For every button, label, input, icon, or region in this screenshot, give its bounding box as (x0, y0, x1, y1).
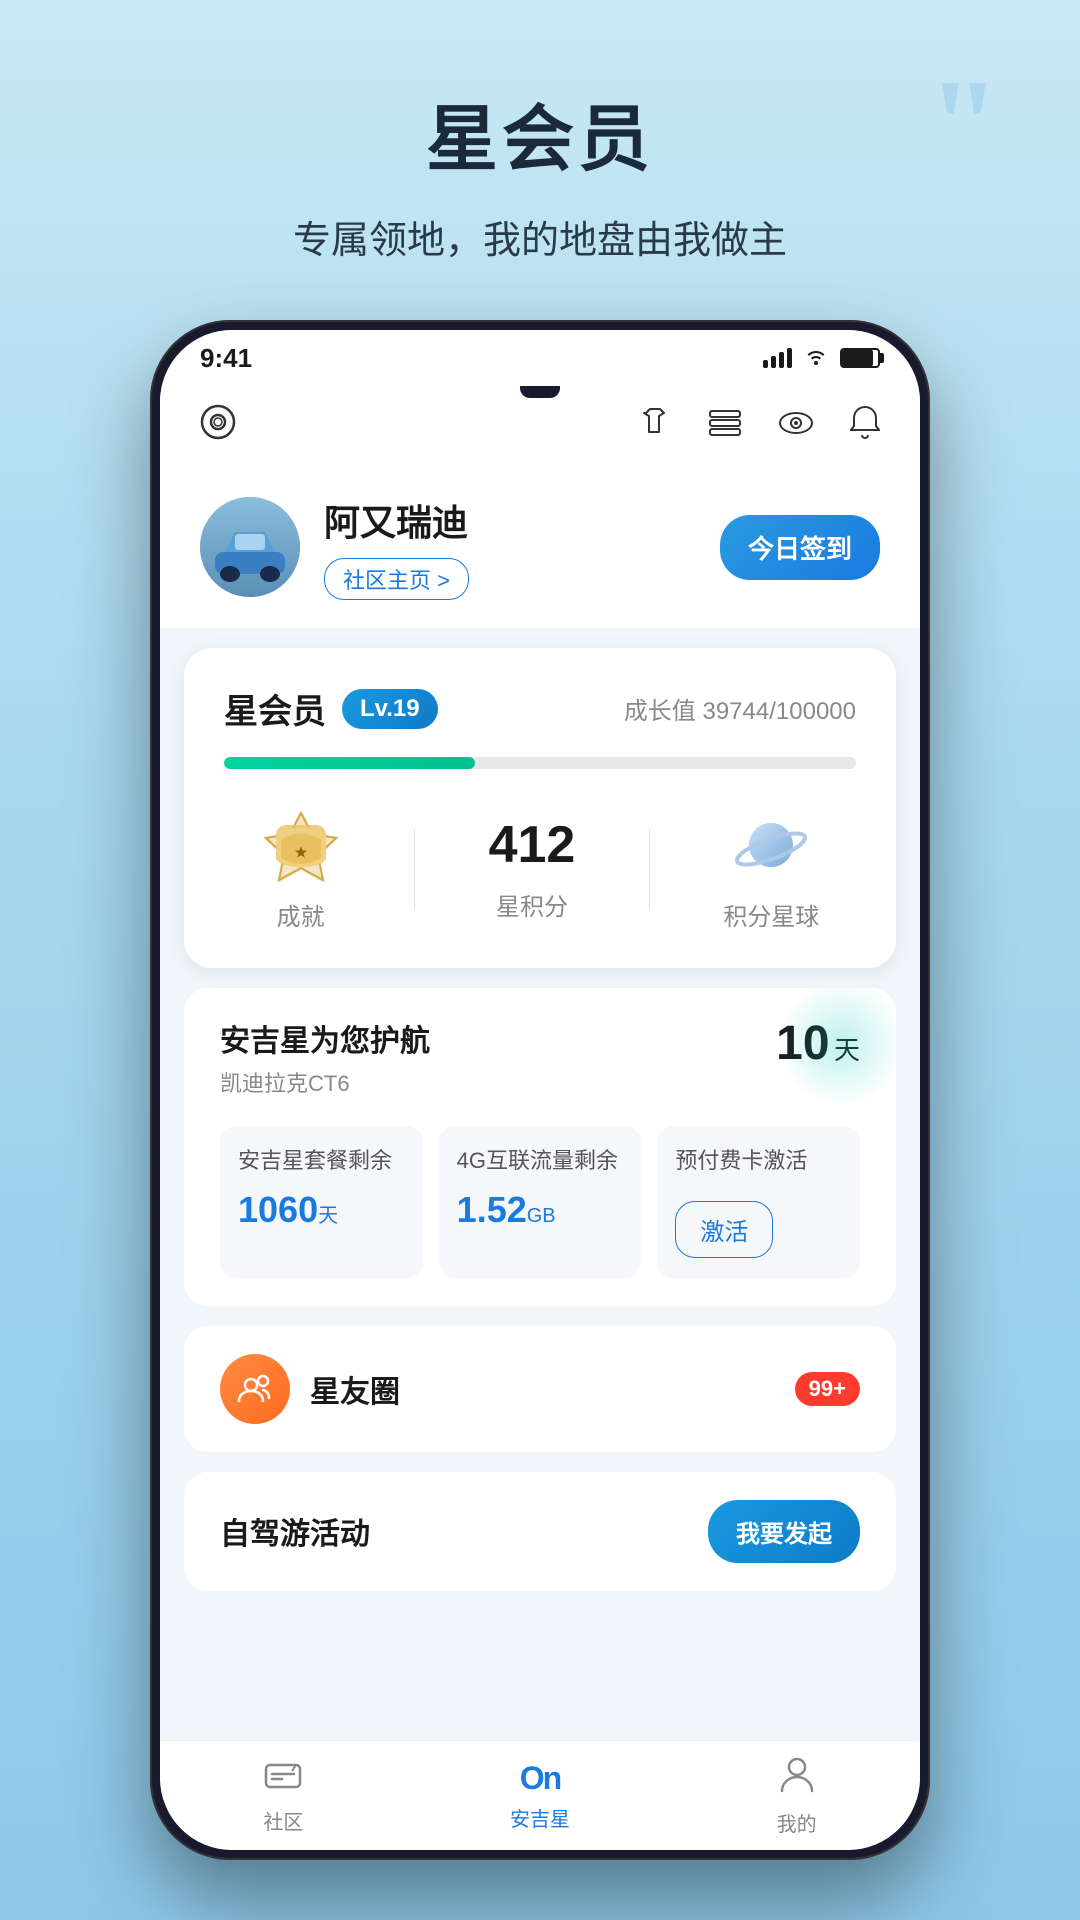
nav-community[interactable]: 社区 (263, 1757, 303, 1835)
shirt-icon[interactable] (638, 405, 672, 447)
time-display: 9:41 (200, 343, 252, 374)
social-section[interactable]: 星友圈 99+ (184, 1326, 896, 1452)
profile-left: 阿又瑞迪 社区主页 > (200, 494, 469, 600)
svg-text:★: ★ (294, 844, 307, 860)
page-subtitle: 专属领地，我的地盘由我做主 (0, 209, 1080, 264)
settings-icon[interactable] (200, 404, 236, 448)
social-icon (220, 1354, 290, 1424)
traffic-unit: GB (527, 1205, 556, 1227)
anjixing-logo-icon: On (520, 1760, 560, 1797)
growth-value: 成长值 39744/100000 (624, 691, 856, 726)
community-icon (264, 1757, 302, 1800)
battery-icon (840, 348, 880, 368)
service-header: 安吉星为您护航 凯迪拉克CT6 10 天 (220, 1016, 860, 1098)
social-title: 星友圈 (310, 1367, 400, 1411)
eye-icon[interactable] (778, 408, 814, 445)
member-header: 星会员 Lv.19 成长值 39744/100000 (224, 684, 856, 733)
check-in-button[interactable]: 今日签到 (720, 515, 880, 580)
traffic-item[interactable]: 4G互联流量剩余 1.52GB (439, 1126, 642, 1278)
avatar (200, 497, 300, 597)
page-header: 星会员 专属领地，我的地盘由我做主 (0, 0, 1080, 264)
points-stat[interactable]: 412 星积分 (489, 815, 576, 922)
points-value: 412 (489, 815, 576, 875)
top-navigation (160, 386, 920, 466)
progress-fill (224, 757, 475, 769)
activate-button[interactable]: 激活 (675, 1201, 773, 1258)
bottom-navigation: 社区 On 安吉星 我的 (160, 1740, 920, 1850)
nav-mine[interactable]: 我的 (777, 1755, 817, 1837)
stat-divider-2 (649, 829, 651, 909)
package-unit: 天 (318, 1205, 338, 1227)
status-icons (763, 345, 880, 371)
traffic-value: 1.52 (457, 1189, 527, 1230)
growth-progress-bar (224, 757, 856, 769)
planet-icon (731, 805, 811, 885)
points-label: 星积分 (496, 887, 568, 922)
package-label: 安吉星套餐剩余 (238, 1146, 405, 1177)
member-stats: ★ ★ 成就 412 星积分 (224, 805, 856, 932)
phone-mockup: 9:41 (150, 320, 930, 1860)
community-link[interactable]: 社区主页 > (324, 558, 469, 600)
package-item[interactable]: 安吉星套餐剩余 1060天 (220, 1126, 423, 1278)
camera-notch (520, 386, 560, 398)
nav-icons-right (638, 405, 880, 447)
mine-label: 我的 (777, 1808, 817, 1837)
achievement-label: 成就 (277, 897, 325, 932)
activity-title: 自驾游活动 (220, 1509, 370, 1553)
package-value-container: 1060天 (238, 1189, 405, 1231)
notification-badge: 99+ (795, 1372, 860, 1406)
planet-label: 积分星球 (723, 897, 819, 932)
phone-screen: 9:41 (160, 330, 920, 1850)
layers-icon[interactable] (708, 408, 742, 445)
service-card: 安吉星为您护航 凯迪拉克CT6 10 天 安吉星套餐剩余 1060天 4G互联流… (184, 988, 896, 1306)
service-title: 安吉星为您护航 (220, 1016, 430, 1060)
profile-section: 阿又瑞迪 社区主页 > 今日签到 (160, 466, 920, 628)
wifi-icon (804, 345, 828, 371)
service-items: 安吉星套餐剩余 1060天 4G互联流量剩余 1.52GB 预付费卡激活 激活 (220, 1126, 860, 1278)
achievement-icon: ★ ★ (261, 805, 341, 885)
prepaid-item[interactable]: 预付费卡激活 激活 (657, 1126, 860, 1278)
signal-icon (763, 348, 792, 368)
profile-info: 阿又瑞迪 社区主页 > (324, 494, 469, 600)
status-bar: 9:41 (160, 330, 920, 386)
stat-divider-1 (414, 829, 416, 909)
mine-icon (780, 1755, 814, 1802)
bell-icon[interactable] (850, 405, 880, 447)
level-badge: Lv.19 (342, 689, 438, 729)
launch-activity-button[interactable]: 我要发起 (708, 1500, 860, 1563)
social-left: 星友圈 (220, 1354, 400, 1424)
traffic-label: 4G互联流量剩余 (457, 1146, 624, 1177)
page-title: 星会员 (0, 80, 1080, 185)
member-title: 星会员 Lv.19 (224, 684, 438, 733)
planet-stat[interactable]: 积分星球 (723, 805, 819, 932)
package-value: 1060 (238, 1189, 318, 1230)
car-model: 凯迪拉克CT6 (220, 1066, 430, 1098)
user-name: 阿又瑞迪 (324, 494, 469, 546)
prepaid-label: 预付费卡激活 (675, 1146, 842, 1177)
traffic-value-container: 1.52GB (457, 1189, 624, 1231)
community-label: 社区 (263, 1806, 303, 1835)
anjixing-label: 安吉星 (510, 1803, 570, 1832)
service-info: 安吉星为您护航 凯迪拉克CT6 (220, 1016, 430, 1098)
achievement-stat[interactable]: ★ ★ 成就 (261, 805, 341, 932)
activity-section: 自驾游活动 我要发起 (184, 1472, 896, 1591)
member-card: 星会员 Lv.19 成长值 39744/100000 ★ (184, 648, 896, 968)
nav-anjixing[interactable]: On 安吉星 (510, 1760, 570, 1832)
